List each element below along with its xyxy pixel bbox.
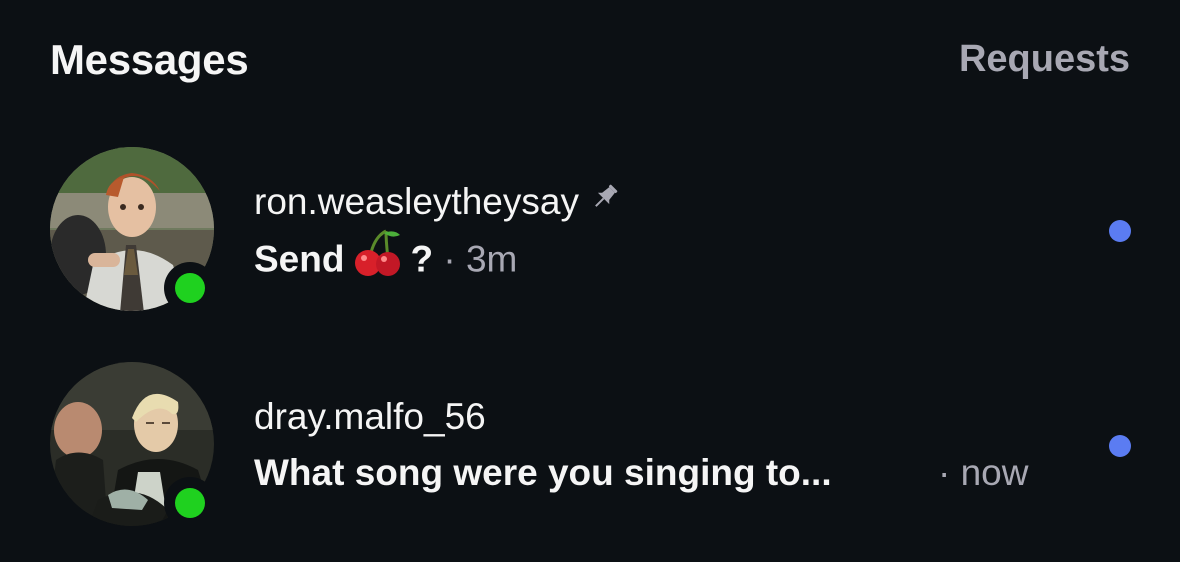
timestamp: now — [960, 452, 1029, 493]
timestamp-group: · now — [938, 452, 1029, 494]
preview-text: What song were you singing to... — [254, 452, 832, 493]
separator-dot: · — [938, 452, 951, 493]
message-preview: Send? · 3m — [254, 229, 518, 286]
separator-dot: · — [443, 238, 456, 280]
thread-username: dray.malfo_56 — [254, 396, 486, 438]
username-text: dray.malfo_56 — [254, 396, 486, 437]
requests-link[interactable]: Requests — [959, 38, 1130, 81]
avatar[interactable] — [48, 145, 216, 314]
preview-text: Send — [254, 238, 345, 280]
timestamp: 3m — [465, 238, 518, 280]
unread-indicator — [1109, 435, 1131, 457]
username-text: ron.weasleytheysay — [254, 181, 579, 222]
online-status-indicator — [164, 262, 216, 314]
pushpin-icon — [589, 180, 621, 222]
message-preview: What song were you singing to... — [254, 452, 832, 494]
page-title: Messages — [50, 36, 249, 83]
cherries-emoji-icon — [350, 227, 404, 286]
thread-username: ron.weasleytheysay — [254, 181, 621, 223]
preview-suffix: ? — [410, 238, 434, 280]
avatar[interactable] — [48, 360, 216, 529]
message-thread-dray[interactable]: dray.malfo_56 What song were you singing… — [48, 360, 1138, 530]
online-status-indicator — [164, 477, 216, 529]
unread-indicator — [1109, 220, 1131, 242]
message-thread-ron[interactable]: ron.weasleytheysay Send? · 3m — [48, 145, 1138, 315]
inbox-header: Messages Requests — [50, 30, 1130, 90]
